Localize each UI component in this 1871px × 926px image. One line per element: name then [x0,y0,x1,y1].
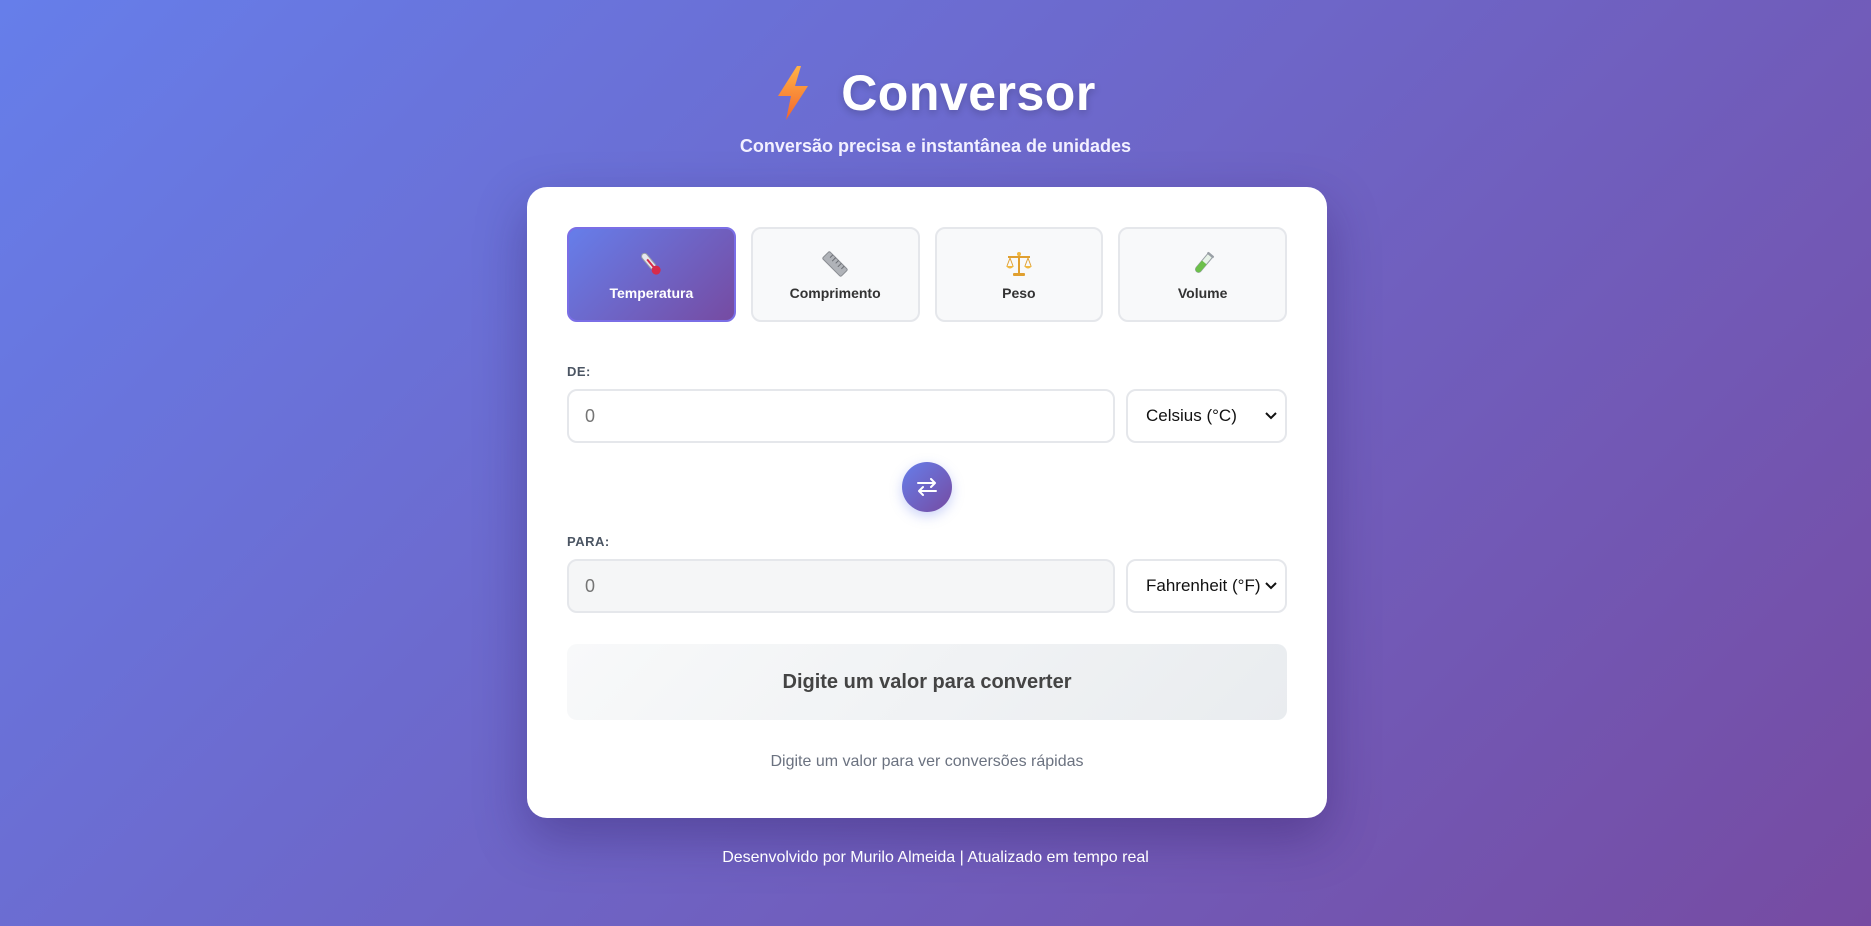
tab-comprimento[interactable]: Comprimento [750,227,920,322]
swap-wrap [567,462,1287,512]
tab-temperatura[interactable]: Temperatura [567,227,736,322]
to-value-input[interactable] [567,559,1115,613]
ruler-icon [822,250,848,277]
scales-icon [1005,251,1032,276]
from-label: DE: [567,364,591,379]
swap-button[interactable] [902,462,952,512]
thermometer-icon [641,252,662,275]
to-unit-select[interactable]: Fahrenheit (°F) [1126,559,1287,613]
quick-conversions-text: Digite um valor para ver conversões rápi… [770,753,1084,770]
page-subtitle: Conversão precisa e instantânea de unida… [739,136,1132,156]
from-value-input[interactable] [567,389,1115,443]
chevron-down-icon [1265,582,1277,590]
tab-label: Peso [1002,284,1036,301]
tab-label: Volume [1177,284,1228,301]
tab-peso[interactable]: Peso [934,227,1104,322]
lightning-bolt-icon [778,66,809,120]
footer: Desenvolvido por Murilo Almeida | Atuali… [722,849,1149,866]
from-row: Celsius (°C) [567,389,1287,443]
to-label: PARA: [567,534,610,549]
category-tabs: Temperatura Comprimento Peso Volume [567,227,1287,322]
to-row: Fahrenheit (°F) [567,559,1287,613]
to-unit-value: Fahrenheit (°F) [1146,576,1261,595]
tab-label: Comprimento [789,284,881,301]
chevron-down-icon [1265,412,1277,420]
test-tube-icon [1194,251,1214,273]
from-unit-value: Celsius (°C) [1146,406,1237,425]
page-title: Conversor [841,65,1096,121]
header: Conversor Conversão precisa e instantâne… [0,62,1871,157]
converter-card: Temperatura Comprimento Peso Volume DE: … [527,187,1327,818]
tab-volume[interactable]: Volume [1118,227,1287,322]
swap-arrows-icon [917,478,937,496]
title-row: Conversor [0,62,1871,124]
from-unit-select[interactable]: Celsius (°C) [1126,389,1287,443]
tab-label: Temperatura [609,284,694,301]
result-box: Digite um valor para converter [567,644,1287,720]
result-text: Digite um valor para converter [782,670,1072,693]
